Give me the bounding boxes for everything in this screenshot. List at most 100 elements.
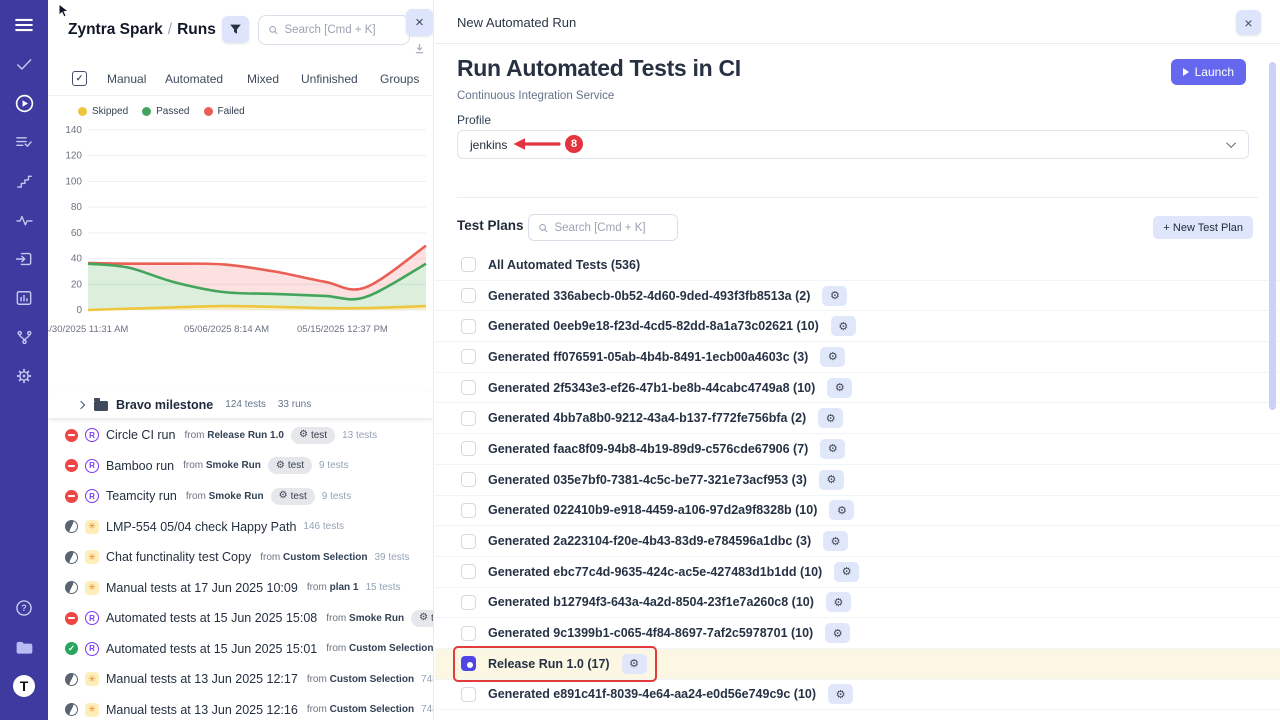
help-icon[interactable]: ?: [11, 595, 37, 621]
plan-settings-button[interactable]: ⚙: [828, 684, 853, 704]
milestone-row[interactable]: Bravo milestone 124 tests 33 runs: [48, 391, 433, 418]
test-badge[interactable]: ⚙test: [268, 457, 312, 474]
tab-manual[interactable]: Manual: [107, 72, 146, 86]
test-plan-row[interactable]: Generated 0eeb9e18-f23d-4cd5-82dd-8a1a73…: [435, 311, 1280, 342]
checkbox[interactable]: [461, 503, 476, 518]
test-plan-row[interactable]: Generated ff076591-05ab-4b4b-8491-1ecb00…: [435, 342, 1280, 373]
breadcrumb-project[interactable]: Zyntra Spark: [68, 21, 163, 38]
checkbox[interactable]: [461, 319, 476, 334]
plan-settings-button[interactable]: ⚙: [818, 408, 843, 428]
checkbox-checked[interactable]: [461, 656, 476, 671]
runs-search[interactable]: [258, 15, 410, 45]
run-row[interactable]: ✳Manual tests at 13 Jun 2025 12:16from C…: [48, 695, 433, 720]
test-plan-row[interactable]: Generated 9c1399b1-c065-4f84-8697-7af2c5…: [435, 618, 1280, 649]
folder-icon[interactable]: [11, 634, 37, 660]
test-plans-search[interactable]: [528, 214, 678, 241]
import-icon[interactable]: [11, 246, 37, 272]
run-row[interactable]: ✳Manual tests at 13 Jun 2025 12:17from C…: [48, 664, 433, 695]
plan-settings-button[interactable]: ⚙: [820, 439, 845, 459]
checkbox[interactable]: [461, 441, 476, 456]
runs-search-input[interactable]: [285, 24, 401, 36]
test-plan-row[interactable]: Generated b12794f3-643a-4a2d-8504-23f1e7…: [435, 588, 1280, 619]
plan-settings-button[interactable]: ⚙: [822, 286, 847, 306]
list-check-icon[interactable]: [11, 129, 37, 155]
test-plan-row[interactable]: Generated 022410b9-e918-4459-a106-97d2a9…: [435, 496, 1280, 527]
tab-automated[interactable]: Automated: [165, 72, 223, 86]
filter-button[interactable]: [222, 16, 249, 43]
check-icon[interactable]: [11, 51, 37, 77]
run-row[interactable]: RBamboo runfrom Smoke Run⚙test9 tests: [48, 451, 433, 482]
run-title: LMP-554 05/04 check Happy Path: [106, 520, 296, 534]
test-plan-row[interactable]: Generated 4bb7a8b0-9212-43a4-b137-f772fe…: [435, 403, 1280, 434]
test-badge[interactable]: ⚙test: [411, 610, 434, 627]
run-row[interactable]: RAutomated tests at 15 Jun 2025 15:01fro…: [48, 634, 433, 665]
plan-settings-button[interactable]: ⚙: [820, 347, 845, 367]
new-test-plan-button[interactable]: + New Test Plan: [1153, 216, 1253, 239]
checkbox[interactable]: [461, 472, 476, 487]
checkbox[interactable]: [461, 349, 476, 364]
run-title: Bamboo run: [106, 459, 174, 473]
test-plan-row[interactable]: All Automated Tests (536): [435, 250, 1280, 281]
checkbox[interactable]: [461, 411, 476, 426]
plan-settings-button[interactable]: ⚙: [829, 500, 854, 520]
svg-text:120: 120: [65, 151, 82, 162]
plan-settings-button[interactable]: ⚙: [834, 562, 859, 582]
scrollbar-thumb[interactable]: [1269, 62, 1276, 410]
chevron-down-icon: [1226, 138, 1236, 148]
steps-icon[interactable]: [11, 168, 37, 194]
test-plan-row[interactable]: Generated e891c41f-8039-4e64-aa24-e0d56e…: [435, 680, 1280, 711]
test-plan-row[interactable]: Generated faac8f09-94b8-4b19-89d9-c576cd…: [435, 434, 1280, 465]
tab-unfinished[interactable]: Unfinished: [301, 72, 358, 86]
test-badge[interactable]: ⚙test: [291, 427, 335, 444]
test-plan-row[interactable]: Generated 336abecb-0b52-4d60-9ded-493f3f…: [435, 281, 1280, 312]
plan-settings-button[interactable]: ⚙: [827, 378, 852, 398]
run-row[interactable]: ✳LMP-554 05/04 check Happy Path146 tests: [48, 512, 433, 543]
test-plans-search-input[interactable]: [554, 222, 668, 234]
plan-settings-button[interactable]: ⚙: [819, 470, 844, 490]
menu-icon[interactable]: [11, 12, 37, 38]
branch-icon[interactable]: [11, 324, 37, 350]
plan-settings-button[interactable]: ⚙: [831, 316, 856, 336]
checkbox[interactable]: [461, 380, 476, 395]
run-row[interactable]: ✳Chat functinality test Copyfrom Custom …: [48, 542, 433, 573]
logo-testomat[interactable]: T: [11, 673, 37, 699]
checkbox[interactable]: [461, 687, 476, 702]
run-row[interactable]: RAutomated tests at 15 Jun 2025 15:08fro…: [48, 603, 433, 634]
run-row[interactable]: ✳Manual tests at 17 Jun 2025 10:09from p…: [48, 573, 433, 604]
test-plan-row[interactable]: Generated ebc77c4d-9635-424c-ac5e-427483…: [435, 557, 1280, 588]
checkbox[interactable]: [461, 595, 476, 610]
automated-run-icon: R: [85, 428, 99, 442]
checkbox[interactable]: [461, 257, 476, 272]
report-icon[interactable]: [11, 285, 37, 311]
test-plan-row[interactable]: Release Run 1.0 (17)⚙: [435, 649, 1280, 680]
plan-settings-button[interactable]: ⚙: [622, 654, 647, 674]
plan-settings-button[interactable]: ⚙: [825, 623, 850, 643]
run-row[interactable]: RCircle CI runfrom Release Run 1.0⚙test1…: [48, 420, 433, 451]
svg-text:80: 80: [71, 202, 83, 213]
tab-mixed[interactable]: Mixed: [247, 72, 279, 86]
test-badge[interactable]: ⚙test: [271, 488, 315, 505]
panel-close-button[interactable]: ×: [406, 9, 433, 36]
test-plan-row[interactable]: Generated 2f5343e3-ef26-47b1-be8b-44cabc…: [435, 373, 1280, 404]
tab-groups[interactable]: Groups: [380, 72, 419, 86]
chevron-right-icon[interactable]: [77, 400, 85, 408]
passed-dot: [142, 107, 151, 116]
play-circle-icon[interactable]: [11, 90, 37, 116]
plan-settings-button[interactable]: ⚙: [826, 592, 851, 612]
launch-button[interactable]: Launch: [1171, 59, 1246, 85]
checkbox[interactable]: [461, 534, 476, 549]
checkbox[interactable]: [461, 288, 476, 303]
gear-icon: ⚙: [299, 430, 308, 440]
checkbox[interactable]: [461, 626, 476, 641]
run-row[interactable]: RTeamcity runfrom Smoke Run⚙test9 tests: [48, 481, 433, 512]
svg-text:?: ?: [21, 603, 26, 613]
tests-count: 13 tests: [342, 430, 377, 441]
test-plan-row[interactable]: Generated 035e7bf0-7381-4c5c-be77-321e73…: [435, 465, 1280, 496]
gear-icon[interactable]: [11, 363, 37, 389]
dialog-close-button[interactable]: ×: [1236, 10, 1261, 35]
plan-settings-button[interactable]: ⚙: [823, 531, 848, 551]
checkbox[interactable]: [461, 564, 476, 579]
test-plan-row[interactable]: Generated 2a223104-f20e-4b43-83d9-e78459…: [435, 526, 1280, 557]
select-all-icon[interactable]: ✓: [72, 71, 87, 86]
pulse-icon[interactable]: [11, 207, 37, 233]
